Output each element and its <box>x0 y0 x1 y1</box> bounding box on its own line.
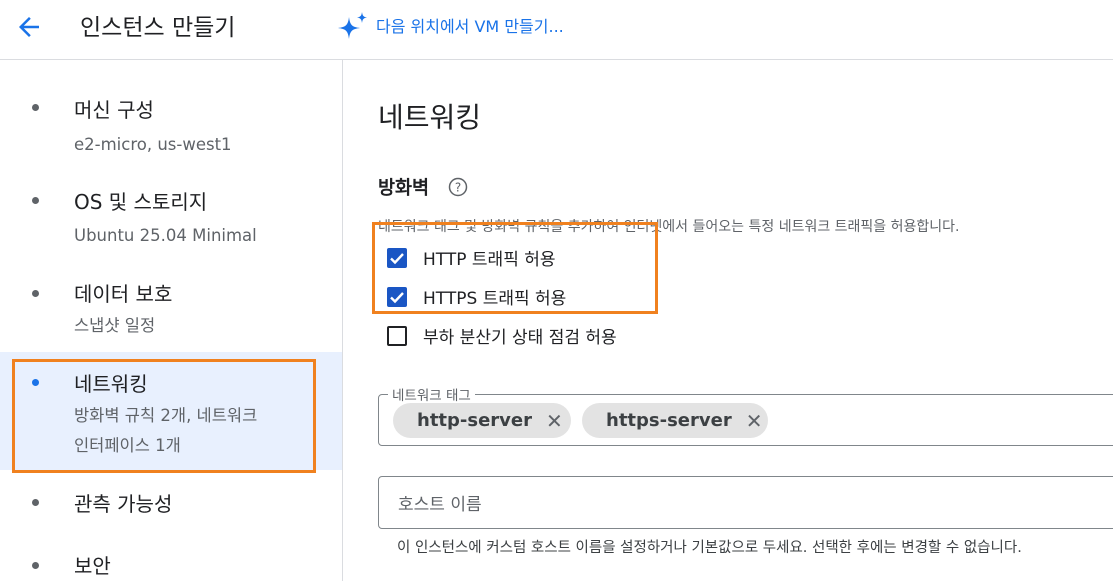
tag-chip: http-server ✕ <box>393 403 571 438</box>
remove-tag-icon[interactable]: ✕ <box>546 411 563 431</box>
sparkle-icon <box>338 12 367 39</box>
nav-bullet <box>32 562 39 569</box>
hostname-input[interactable] <box>378 476 1113 529</box>
highlight-box-networking <box>12 359 316 473</box>
create-vm-from-link[interactable]: 다음 위치에서 VM 만들기... <box>376 13 564 37</box>
sidebar-item-security[interactable]: 보안 <box>74 550 111 579</box>
sidebar-item-subtitle: 스냅샷 일정 <box>74 316 156 335</box>
hostname-help-text: 이 인스턴스에 커스텀 호스트 이름을 설정하거나 기본값으로 두세요. 선택한… <box>397 540 1022 556</box>
header-divider <box>0 59 1113 60</box>
sidebar-divider <box>342 60 343 581</box>
firewall-title: 방화벽 <box>378 178 430 199</box>
page-title: 인스턴스 만들기 <box>80 15 236 41</box>
sidebar-item-subtitle: e2-micro, us-west1 <box>74 135 232 154</box>
highlight-box-traffic <box>372 222 658 314</box>
back-arrow-icon[interactable] <box>14 12 44 42</box>
network-tags-label: 네트워크 태그 <box>388 384 475 404</box>
sidebar-item-subtitle: Ubuntu 25.04 Minimal <box>74 226 257 245</box>
nav-bullet <box>32 104 39 111</box>
nav-bullet <box>32 499 39 506</box>
tag-chip: https-server ✕ <box>582 403 768 438</box>
lb-health-check-checkbox[interactable] <box>387 326 407 346</box>
remove-tag-icon[interactable]: ✕ <box>746 411 763 431</box>
lb-health-check-label[interactable]: 부하 분산기 상태 점검 허용 <box>423 323 617 348</box>
svg-text:?: ? <box>455 181 461 195</box>
hostname-placeholder: 호스트 이름 <box>398 495 482 515</box>
section-title: 네트워킹 <box>378 101 482 134</box>
sidebar-item-data-protection[interactable]: 데이터 보호 <box>74 278 172 307</box>
sidebar-item-os-storage[interactable]: OS 및 스토리지 <box>74 186 207 215</box>
nav-bullet <box>32 290 39 297</box>
nav-bullet <box>32 197 39 204</box>
sidebar-item-machine-config[interactable]: 머신 구성 <box>74 94 154 123</box>
tag-chip-label: http-server <box>417 410 532 431</box>
tag-chip-label: https-server <box>606 410 732 431</box>
help-icon[interactable]: ? <box>448 177 468 197</box>
sidebar-item-observability[interactable]: 관측 가능성 <box>74 488 172 517</box>
